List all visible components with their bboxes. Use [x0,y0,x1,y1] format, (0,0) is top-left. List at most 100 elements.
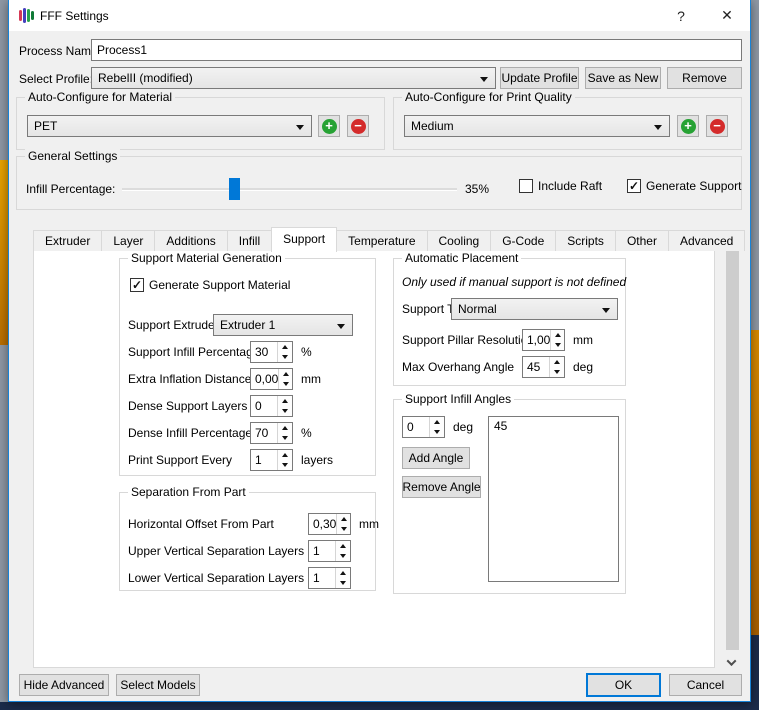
spin-down-icon[interactable] [278,433,292,443]
upper-separation-spinbox[interactable]: 1 [308,540,351,562]
spin-up-icon[interactable] [550,357,564,367]
tab-scripts[interactable]: Scripts [555,230,616,251]
scrollbar-thumb[interactable] [726,242,739,650]
help-icon[interactable]: ? [658,0,704,31]
spin-up-icon[interactable] [336,541,350,551]
setting-label: Horizontal Offset From Part [128,517,274,531]
automatic-placement-group: Automatic Placement Only used if manual … [393,258,626,386]
process-name-input[interactable] [91,39,742,61]
tab-gcode[interactable]: G-Code [490,230,556,251]
generate-support-checkbox[interactable]: ✓ Generate Support [627,179,741,193]
quality-select[interactable]: Medium [404,115,670,137]
spin-down-icon[interactable] [336,551,350,561]
spin-down-icon[interactable] [550,367,564,377]
setting-unit: % [301,345,312,359]
spin-down-icon[interactable] [430,427,444,437]
include-raft-checkbox[interactable]: Include Raft [519,179,602,193]
spin-down-icon[interactable] [278,406,292,416]
spin-up-icon[interactable] [279,369,292,379]
spin-up-icon[interactable] [336,568,350,578]
tab-layer[interactable]: Layer [101,230,155,251]
remove-quality-button[interactable]: − [706,115,728,137]
infill-slider-handle[interactable] [229,178,240,200]
update-profile-button[interactable]: Update Profile [500,67,579,89]
save-as-new-button[interactable]: Save as New [585,67,661,89]
spin-up-icon[interactable] [430,417,444,427]
support-type-select[interactable]: Normal [451,298,618,320]
infill-percentage-label: Infill Percentage: [26,182,115,196]
tab-support[interactable]: Support [271,227,337,252]
add-angle-button[interactable]: Add Angle [402,447,470,469]
dense-infill-percentage-spinbox[interactable]: 70 [250,422,293,444]
dropdown-arrow-icon [654,125,662,130]
scroll-down-icon[interactable] [728,659,736,667]
setting-label: Dense Support Layers [128,399,247,413]
material-select[interactable]: PET [27,115,312,137]
support-extruder-select[interactable]: Extruder 1 [213,314,353,336]
auto-quality-group: Auto-Configure for Print Quality Medium … [393,97,742,150]
cancel-button[interactable]: Cancel [669,674,742,696]
vertical-scrollbar[interactable] [724,228,741,668]
remove-material-button[interactable]: − [347,115,369,137]
support-infill-percentage-spinbox[interactable]: 30 [250,341,293,363]
spin-up-icon[interactable] [278,396,292,406]
add-material-button[interactable]: + [318,115,340,137]
spin-up-icon[interactable] [278,450,292,460]
spin-down-icon[interactable] [336,578,350,588]
horizontal-offset-spinbox[interactable]: 0,30 [308,513,351,535]
minus-icon: − [710,119,725,134]
separation-group: Separation From Part Horizontal Offset F… [119,492,376,591]
tab-additions[interactable]: Additions [154,230,227,251]
spin-down-icon[interactable] [278,352,292,362]
dense-support-layers-spinbox[interactable]: 0 [250,395,293,417]
spin-up-icon[interactable] [551,330,564,340]
angle-spinbox[interactable]: 0 [402,416,445,438]
setting-unit: mm [573,333,593,347]
generate-support-material-checkbox[interactable]: ✓ Generate Support Material [130,278,290,292]
extra-inflation-distance-spinbox[interactable]: 0,00 [250,368,293,390]
setting-label: Extra Inflation Distance [128,372,251,386]
spin-down-icon[interactable] [278,460,292,470]
process-name-label: Process Name: [19,44,101,58]
tab-temperature[interactable]: Temperature [336,230,427,251]
quality-value: Medium [411,119,454,133]
spin-down-icon[interactable] [337,524,350,534]
remove-angle-button[interactable]: Remove Angle [402,476,481,498]
settings-tabbar: Extruder Layer Additions Infill Support … [33,227,744,251]
tab-advanced[interactable]: Advanced [668,230,745,251]
checkbox-checked-icon: ✓ [627,179,641,193]
select-profile-label: Select Profile: [19,72,93,86]
infill-slider-track[interactable] [122,188,457,191]
setting-label: Print Support Every [128,453,232,467]
hide-advanced-button[interactable]: Hide Advanced [19,674,109,696]
angles-listbox[interactable]: 45 [488,416,619,582]
tab-other[interactable]: Other [615,230,669,251]
spin-down-icon[interactable] [551,340,564,350]
setting-label: Support Infill Percentage [128,345,259,359]
background-right [750,330,759,635]
close-icon[interactable]: ✕ [704,0,750,31]
tab-infill[interactable]: Infill [227,230,272,251]
add-quality-button[interactable]: + [677,115,699,137]
pillar-resolution-spinbox[interactable]: 1,00 [522,329,565,351]
background-bottom-dark [0,702,759,710]
spin-up-icon[interactable] [278,342,292,352]
select-models-button[interactable]: Select Models [116,674,200,696]
profile-select[interactable]: RebelII (modified) [91,67,496,89]
ok-button[interactable]: OK [586,673,661,697]
spin-up-icon[interactable] [337,514,350,524]
spin-up-icon[interactable] [278,423,292,433]
profile-value: RebelII (modified) [98,71,193,85]
print-support-every-spinbox[interactable]: 1 [250,449,293,471]
tab-extruder[interactable]: Extruder [33,230,102,251]
remove-button[interactable]: Remove [667,67,742,89]
window-title: FFF Settings [40,9,109,23]
titlebar[interactable]: FFF Settings ? ✕ [9,0,750,31]
setting-unit: deg [573,360,593,374]
tab-cooling[interactable]: Cooling [427,230,492,251]
angle-list-item[interactable]: 45 [489,417,618,435]
max-overhang-spinbox[interactable]: 45 [522,356,565,378]
infill-angles-group: Support Infill Angles 0 deg Add Angle Re… [393,399,626,594]
spin-down-icon[interactable] [279,379,292,389]
lower-separation-spinbox[interactable]: 1 [308,567,351,589]
